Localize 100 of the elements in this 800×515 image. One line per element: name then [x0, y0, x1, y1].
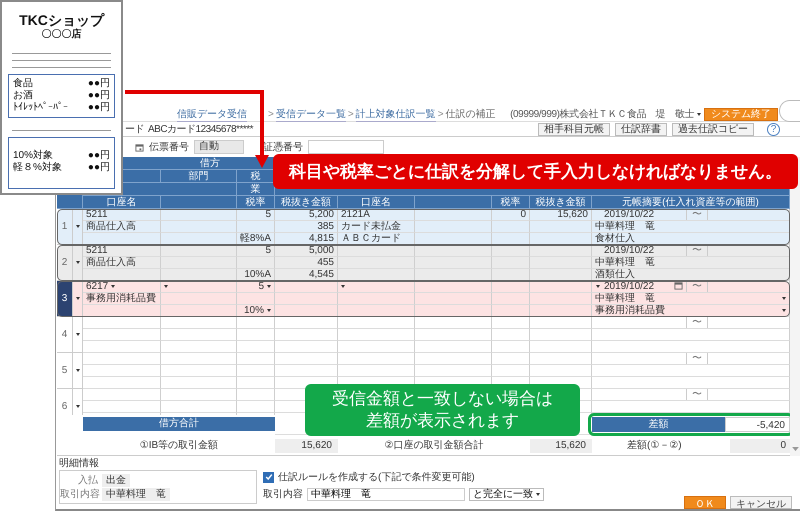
caret-icon — [697, 112, 701, 116]
table-cell: 0 — [492, 209, 530, 221]
caret-icon — [536, 492, 540, 496]
table-cell: 2121A — [338, 209, 415, 221]
evidence-number-field[interactable] — [308, 140, 384, 154]
summary-value: 0 — [730, 439, 790, 453]
date-text: 2019/10/22 — [604, 209, 654, 220]
caret-icon — [782, 297, 786, 300]
breadcrumb-link[interactable]: 計上対象仕訳一覧 — [356, 106, 436, 122]
table-cell — [492, 221, 530, 233]
section-title: 明細情報 — [59, 458, 100, 470]
table-cell — [530, 245, 592, 257]
dropdown-field[interactable]: 6217 — [83, 281, 161, 293]
user-menu[interactable]: (09999/999)株式会社ＴＫＣ食品 堤 敬士 — [510, 107, 701, 121]
toolbar-button[interactable]: 仕訳辞書 — [615, 122, 667, 136]
breadcrumb-link[interactable]: 受信データ一覧 — [276, 106, 346, 122]
toolbar-button[interactable]: 相手科目元帳 — [538, 122, 610, 136]
field-value: 出金 — [102, 474, 130, 486]
caret-icon[interactable] — [76, 225, 80, 228]
table-cell — [492, 293, 530, 305]
table-cell — [530, 257, 592, 269]
table-cell — [237, 365, 275, 377]
caret-icon — [267, 285, 271, 288]
help-button[interactable]: ? — [767, 122, 780, 136]
table-cell: 5211 — [83, 209, 161, 221]
range-mark: 〜 — [686, 281, 708, 292]
calendar-icon[interactable] — [135, 142, 144, 152]
cancel-button[interactable]: キャンセル — [730, 496, 792, 509]
row-number[interactable]: 6 — [57, 389, 73, 415]
summary-label: ①IB等の取引金額 — [138, 439, 220, 453]
range-mark: 〜 — [686, 209, 708, 220]
match-mode-dropdown[interactable]: と完全に一致 — [469, 488, 544, 500]
receipt-item-name: 食品 — [13, 78, 33, 90]
breadcrumb-link[interactable]: 信販データ受信 — [177, 106, 247, 122]
table-cell — [492, 329, 530, 341]
summary-label: 差額(①－②) — [626, 439, 682, 453]
table-cell — [530, 221, 592, 233]
summary-label: ②口座の取引金額合計 — [384, 439, 484, 453]
caret-icon[interactable] — [596, 285, 600, 288]
toolbar-button[interactable]: 過去仕訳コピー — [672, 122, 754, 136]
dropdown-field[interactable] — [161, 281, 237, 293]
receipt-item-amount: ●●円 — [88, 78, 110, 90]
caret-icon — [111, 285, 116, 288]
table-cell: 5,200 — [275, 209, 338, 221]
caret-icon — [164, 285, 168, 288]
table-cell — [530, 365, 592, 377]
receipt-item-name: ﾄｲﾚｯﾄﾍﾟｰﾊﾟｰ — [13, 102, 68, 114]
breadcrumb-separator: > — [268, 108, 274, 120]
receipt-item-amount: ●●円 — [88, 90, 110, 102]
table-cell — [237, 317, 275, 329]
dropdown-field[interactable] — [338, 281, 415, 293]
match-text-field[interactable]: 中華料理 竜 — [307, 488, 465, 500]
caret-icon[interactable] — [76, 261, 80, 264]
field-label: 取引内容 — [263, 488, 303, 501]
range-mark: 〜 — [686, 317, 708, 328]
table-cell — [530, 281, 592, 293]
dropdown-field[interactable]: 5 — [237, 281, 275, 293]
card-name: ABCカード12345678***** — [148, 123, 254, 136]
caret-icon[interactable] — [76, 297, 80, 300]
debit-total-bar: 借方合計 — [83, 417, 275, 431]
caret-icon[interactable] — [76, 405, 80, 408]
warning-callout: 科目や税率ごとに仕訳を分解して手入力しなければなりません。 — [273, 154, 798, 189]
table-cell — [275, 281, 338, 293]
caret-icon[interactable] — [76, 369, 80, 372]
table-cell: 5 — [237, 209, 275, 221]
calendar-icon[interactable] — [674, 281, 683, 290]
scroll-down-icon[interactable] — [792, 447, 798, 452]
receipt-shop-name: TKCショップ — [18, 12, 106, 28]
table-cell — [492, 353, 530, 365]
receipt-branch-name: 〇〇〇店 — [40, 28, 82, 41]
table-cell: カード未払金 — [338, 221, 415, 233]
field-label: 取引内容 — [60, 488, 98, 501]
summary-value: 15,620 — [275, 439, 338, 453]
table-cell — [237, 293, 275, 305]
table-cell: 5,000 — [275, 245, 338, 257]
table-cell — [492, 317, 530, 329]
difference-value: -5,420 — [725, 417, 790, 432]
table-cell — [237, 257, 275, 269]
table-cell — [275, 329, 338, 341]
range-mark: 〜 — [686, 389, 708, 400]
receipt-tax-name: 10%対象 — [13, 150, 54, 162]
date-text: 2019/10/22 — [604, 281, 654, 292]
caret-icon — [267, 309, 271, 312]
callout-text: 差額が表示されます — [366, 410, 519, 432]
table-cell — [275, 365, 338, 377]
scrollbar[interactable] — [790, 157, 800, 456]
callout-text: 受信金額と一致しない場合は — [332, 388, 553, 410]
table-cell: 事務用消耗品費 — [83, 293, 161, 305]
date-text: 2019/10/22 — [604, 245, 654, 256]
receipt-tax-name: 軽８%対象 — [13, 162, 62, 174]
table-cell: 5211 — [83, 245, 161, 257]
voucher-number-label: 伝票番号 — [149, 140, 189, 154]
caret-icon[interactable] — [76, 333, 80, 336]
table-cell — [275, 353, 338, 365]
caret-icon — [341, 285, 345, 288]
card-label: ード — [125, 123, 144, 136]
table-cell — [492, 245, 530, 257]
row-number[interactable]: 3 — [57, 281, 73, 317]
checkbox[interactable] — [263, 472, 274, 482]
table-cell — [275, 293, 338, 305]
